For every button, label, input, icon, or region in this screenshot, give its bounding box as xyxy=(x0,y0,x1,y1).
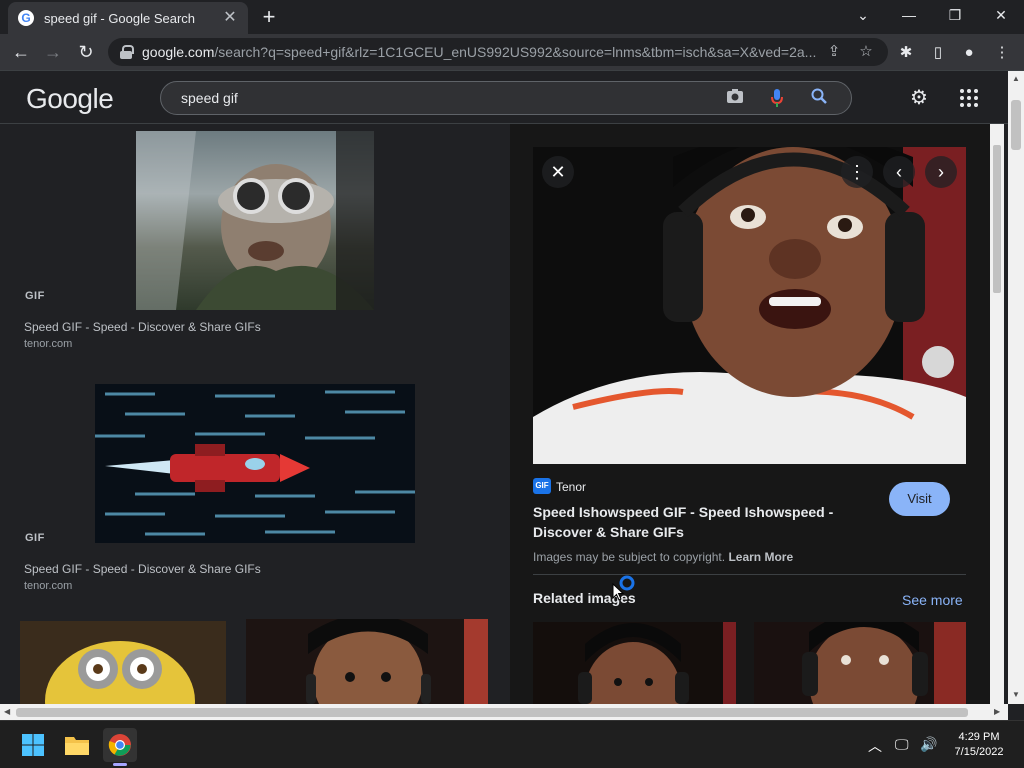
related-image-thumbnail[interactable] xyxy=(754,622,966,704)
google-header: Google speed gif ⚙ xyxy=(0,71,1008,124)
url-text: google.com/search?q=speed+gif&rlz=1C1GCE… xyxy=(142,44,822,60)
volume-icon[interactable]: 🔊 xyxy=(920,736,937,753)
lock-icon[interactable] xyxy=(120,45,134,59)
restore-button[interactable]: ❐ xyxy=(932,4,978,28)
previous-image-button[interactable]: ‹ xyxy=(883,156,915,188)
image-preview-panel: ✕ ⋮ ‹ › GIF Tenor Speed Ishowspeed GIF -… xyxy=(510,124,990,704)
preview-title[interactable]: Speed Ishowspeed GIF - Speed Ishowspeed … xyxy=(533,502,863,542)
bookmark-star-icon[interactable]: ☆ xyxy=(856,42,876,62)
tenor-logo-icon: GIF xyxy=(533,478,551,494)
minimize-button[interactable]: — xyxy=(886,4,932,28)
result-thumbnail[interactable] xyxy=(20,621,226,704)
chrome-taskbar-icon[interactable] xyxy=(103,728,137,766)
result-title[interactable]: Speed GIF - Speed - Discover & Share GIF… xyxy=(24,320,261,334)
browser-toolbar: ← → ↻ google.com/search?q=speed+gif&rlz=… xyxy=(0,34,1024,71)
browser-tab[interactable]: G speed gif - Google Search ✕ xyxy=(8,2,248,34)
result-title[interactable]: Speed GIF - Speed - Discover & Share GIF… xyxy=(24,562,261,576)
side-panel-icon[interactable]: ▯ xyxy=(928,43,948,63)
see-more-link[interactable]: See more xyxy=(902,592,963,608)
system-clock[interactable]: 4:29 PM 7/15/2022 xyxy=(944,730,1014,760)
horizontal-scroll-thumb[interactable] xyxy=(16,708,968,717)
result-source[interactable]: tenor.com xyxy=(24,338,72,350)
gif-badge: GIF xyxy=(25,532,45,544)
search-input[interactable]: speed gif xyxy=(181,90,725,106)
share-icon[interactable]: ⇪ xyxy=(824,42,844,62)
new-tab-button[interactable]: + xyxy=(258,6,280,29)
file-explorer-icon[interactable] xyxy=(60,728,94,762)
forward-button[interactable]: → xyxy=(40,40,66,66)
copyright-notice: Images may be subject to copyright. Lear… xyxy=(533,550,793,564)
address-bar[interactable]: google.com/search?q=speed+gif&rlz=1C1GCE… xyxy=(108,38,888,66)
scroll-up-arrow-icon[interactable]: ▲ xyxy=(1012,74,1020,83)
image-result[interactable]: GIF Speed GIF - Speed - Discover & Share… xyxy=(20,376,490,616)
tab-strip: G speed gif - Google Search ✕ + ⌄ — ❐ ✕ xyxy=(0,0,1024,34)
scroll-down-arrow-icon[interactable]: ▼ xyxy=(1012,690,1020,699)
windows-taskbar: ︿ 🖵 🔊 4:29 PM 7/15/2022 xyxy=(0,720,1024,768)
mouse-cursor-icon xyxy=(612,583,624,601)
gif-badge: GIF xyxy=(25,290,45,302)
next-image-button[interactable]: › xyxy=(925,156,957,188)
clock-date: 7/15/2022 xyxy=(954,746,1004,758)
scroll-left-arrow-icon[interactable]: ◀ xyxy=(4,707,10,716)
close-window-button[interactable]: ✕ xyxy=(978,4,1024,28)
result-thumbnail[interactable] xyxy=(95,384,415,543)
page-scroll-thumb[interactable] xyxy=(1011,100,1021,150)
tab-search-icon[interactable]: ⌄ xyxy=(840,4,886,28)
microphone-icon[interactable] xyxy=(767,88,787,108)
result-thumbnail[interactable] xyxy=(136,131,374,310)
url-path: /search?q=speed+gif&rlz=1C1GCEU_enUS992U… xyxy=(214,44,817,60)
page-vertical-scrollbar[interactable] xyxy=(1008,71,1024,704)
show-hidden-icons-chevron-icon[interactable]: ︿ xyxy=(868,736,882,756)
tab-title: speed gif - Google Search xyxy=(44,10,196,26)
image-results: GIF Speed GIF - Speed - Discover & Share… xyxy=(0,124,508,704)
back-button[interactable]: ← xyxy=(8,40,34,66)
divider xyxy=(533,574,966,575)
image-result[interactable]: GIF Speed GIF - Speed - Discover & Share… xyxy=(20,124,490,364)
google-logo[interactable]: Google xyxy=(26,83,114,115)
related-image-thumbnail[interactable] xyxy=(533,622,736,704)
google-apps-icon[interactable] xyxy=(956,85,982,111)
close-tab-icon[interactable]: ✕ xyxy=(222,10,238,26)
reload-button[interactable]: ↻ xyxy=(73,40,99,66)
url-domain: google.com xyxy=(142,44,215,60)
visit-button[interactable]: Visit xyxy=(889,482,950,516)
windows-start-icon[interactable] xyxy=(16,728,50,762)
preview-source-name[interactable]: Tenor xyxy=(556,480,586,494)
result-thumbnail[interactable] xyxy=(246,619,488,704)
clock-time: 4:29 PM xyxy=(958,731,1000,743)
google-favicon-icon: G xyxy=(18,10,34,26)
learn-more-link[interactable]: Learn More xyxy=(728,550,793,564)
search-box[interactable]: speed gif xyxy=(160,81,852,115)
copyright-text: Images may be subject to copyright. xyxy=(533,550,726,564)
chrome-menu-icon[interactable]: ⋮ xyxy=(992,43,1012,63)
more-options-icon[interactable]: ⋮ xyxy=(841,156,873,188)
close-preview-button[interactable]: ✕ xyxy=(542,156,574,188)
network-icon[interactable]: 🖵 xyxy=(895,736,909,753)
panel-scroll-thumb[interactable] xyxy=(993,145,1001,293)
search-icon[interactable] xyxy=(809,88,829,108)
settings-gear-icon[interactable]: ⚙ xyxy=(906,85,932,111)
result-source[interactable]: tenor.com xyxy=(24,580,72,592)
scroll-right-arrow-icon[interactable]: ▶ xyxy=(994,707,1000,716)
extensions-icon[interactable]: ✱ xyxy=(896,43,916,63)
camera-icon[interactable] xyxy=(725,88,745,108)
preview-image[interactable]: ✕ ⋮ ‹ › xyxy=(533,147,966,464)
profile-icon[interactable]: ● xyxy=(959,43,979,63)
